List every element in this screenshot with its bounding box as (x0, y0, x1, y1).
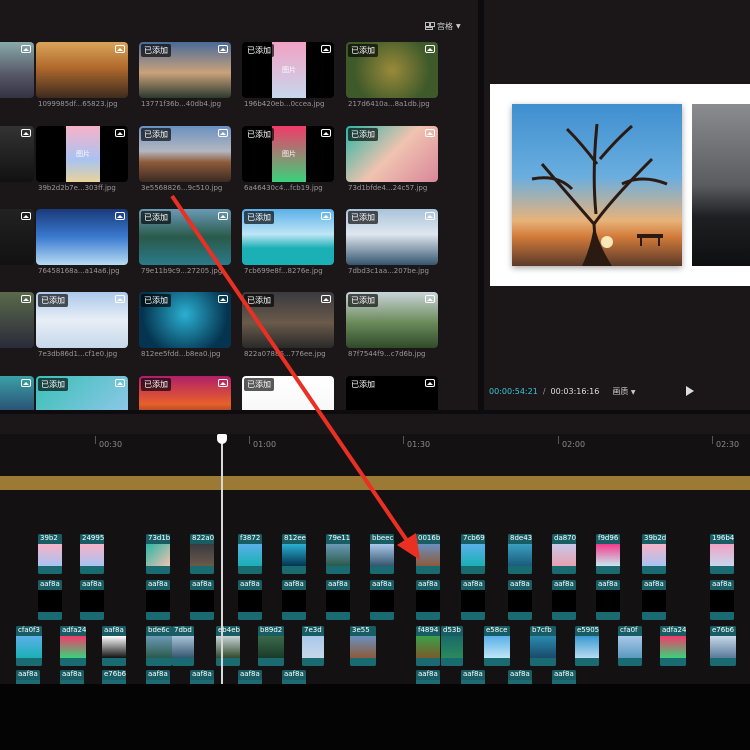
arrow-head-icon (397, 533, 420, 560)
annotation-arrow (170, 194, 420, 560)
